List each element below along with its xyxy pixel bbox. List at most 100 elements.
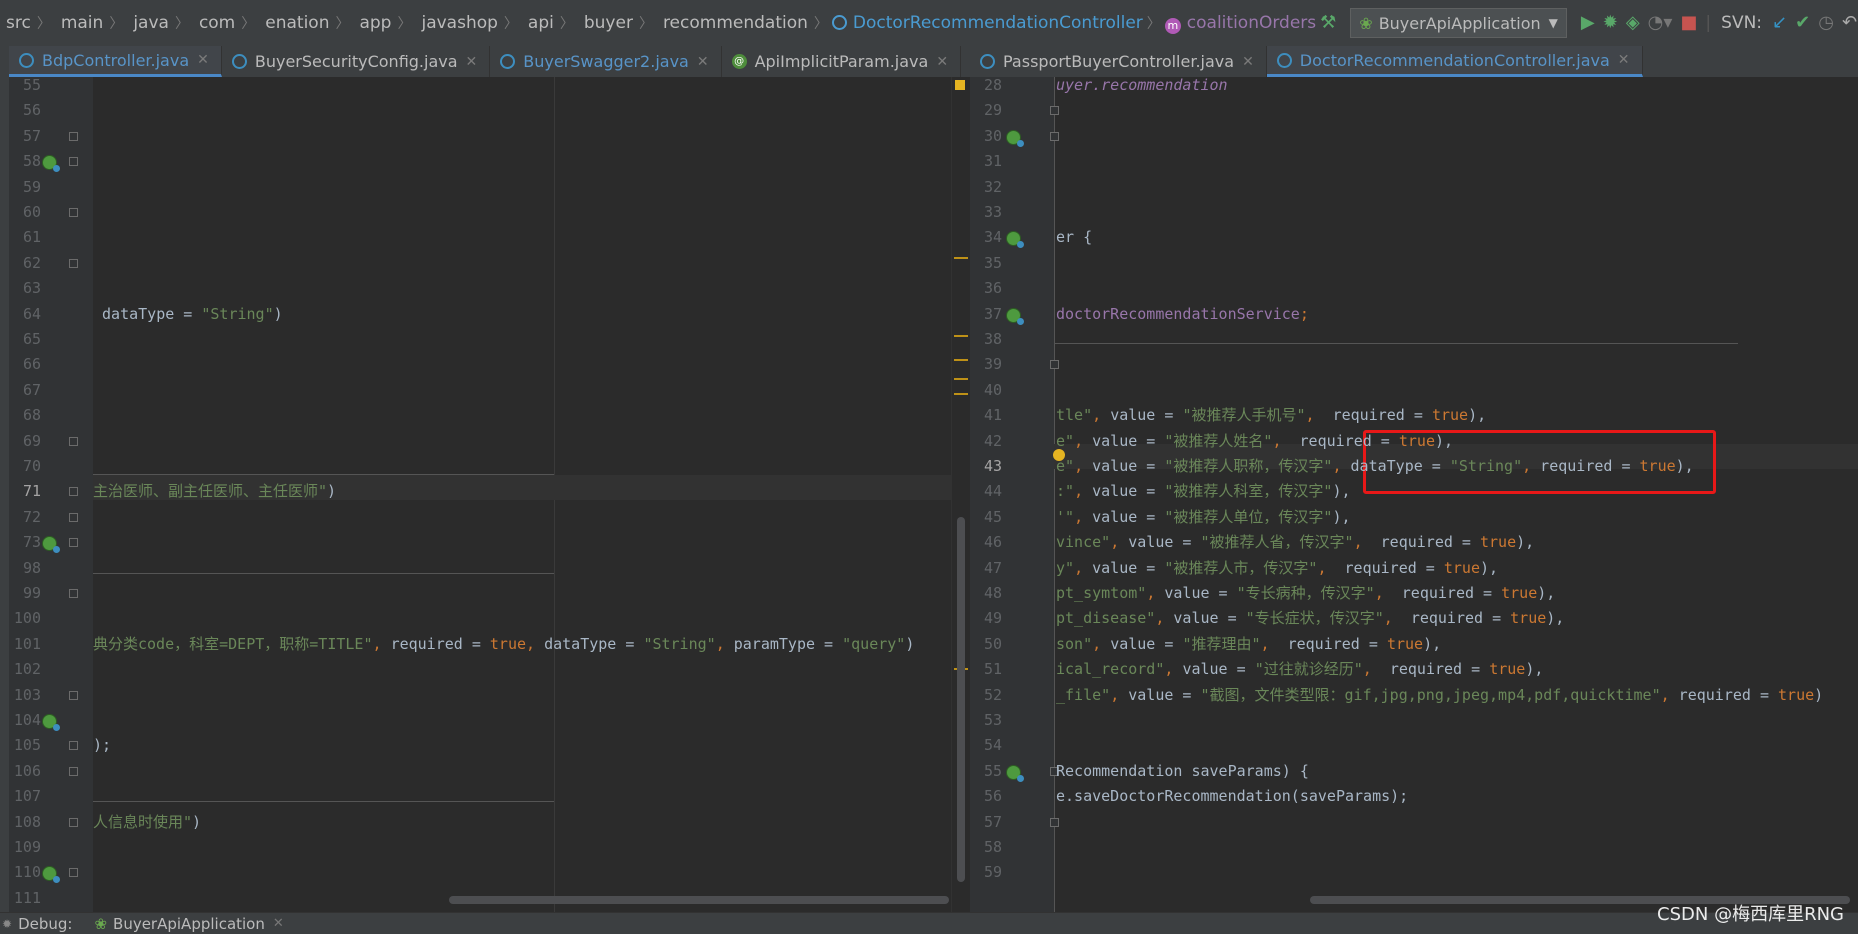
breadcrumb-item[interactable]: recommendation <box>657 13 810 33</box>
code-token: value = <box>1092 508 1165 526</box>
run-configuration-select[interactable]: ❀ BuyerApiApplication ▼ <box>1350 8 1567 38</box>
code-token: required = <box>1380 533 1480 551</box>
breadcrumb-item[interactable]: java <box>127 13 171 33</box>
tab-label: PassportBuyerController.java <box>1003 52 1235 71</box>
fold-toggle-icon[interactable] <box>69 259 78 268</box>
code-token: , <box>1110 686 1129 704</box>
fold-toggle-icon[interactable] <box>69 818 78 827</box>
right-code-editor[interactable]: 28 uyer.recommendation 29 30 31 32 33 34 er {35 3… <box>970 77 1858 912</box>
horizontal-scrollbar[interactable] <box>449 896 949 904</box>
change-marker <box>954 359 968 361</box>
fold-toggle-icon[interactable] <box>1050 132 1059 141</box>
code-line: vince", value = "被推荐人省，传汉字", required = … <box>1056 530 1534 555</box>
code-token: , <box>1074 457 1093 475</box>
fold-toggle-icon[interactable] <box>69 767 78 776</box>
close-icon[interactable]: ✕ <box>936 54 948 70</box>
code-token: true <box>1443 559 1480 577</box>
debug-session-tab[interactable]: ❀ BuyerApiApplication ✕ <box>94 915 283 933</box>
code-token: ), <box>1435 432 1454 450</box>
code-token: , <box>1074 559 1093 577</box>
fold-toggle-icon[interactable] <box>1050 818 1059 827</box>
line-number: 70 <box>22 457 41 475</box>
svn-commit-icon[interactable]: ✔ <box>1795 10 1810 36</box>
code-token: "被推荐人职称，传汉字" <box>1164 457 1333 475</box>
spring-bean-icon[interactable] <box>42 155 60 172</box>
breadcrumb-separator: 〉 <box>813 16 828 32</box>
spring-bean-icon[interactable] <box>1006 130 1024 147</box>
class-icon <box>19 52 34 68</box>
close-icon[interactable]: ✕ <box>697 54 709 70</box>
breadcrumb-class[interactable]: DoctorRecommendationController <box>831 13 1143 33</box>
spring-bean-icon[interactable] <box>42 714 60 731</box>
fold-toggle-icon[interactable] <box>69 437 78 446</box>
fold-toggle-icon[interactable] <box>69 157 78 166</box>
code-token: value = <box>1128 686 1201 704</box>
spring-bean-icon[interactable] <box>42 866 60 883</box>
profile-icon[interactable]: ◔▾ <box>1648 10 1673 36</box>
breadcrumb-item[interactable]: src <box>0 13 33 33</box>
fold-toggle-icon[interactable] <box>69 487 78 496</box>
method-separator <box>93 474 554 475</box>
fold-toggle-icon[interactable] <box>69 691 78 700</box>
svn-label: SVN: <box>1721 13 1763 33</box>
spring-bean-icon[interactable] <box>1006 308 1024 325</box>
stop-icon[interactable]: ■ <box>1680 10 1697 36</box>
code-line: pt_disease", value = "专长症状，传汉字", require… <box>1056 606 1564 631</box>
breadcrumb-item[interactable]: buyer <box>578 13 635 33</box>
right-editor-tabs: PassportBuyerController.java ✕ DoctorRecom… <box>970 46 1858 78</box>
breadcrumb-item[interactable]: api <box>522 13 556 33</box>
line-number: 61 <box>22 228 41 246</box>
fold-toggle-icon[interactable] <box>1050 106 1059 115</box>
svn-update-icon[interactable]: ↙ <box>1772 10 1787 36</box>
breadcrumb-separator: 〉 <box>397 16 412 32</box>
close-icon[interactable]: ✕ <box>273 916 284 931</box>
revert-icon[interactable]: ↶ <box>1842 10 1857 36</box>
fold-toggle-icon[interactable] <box>69 868 78 877</box>
breadcrumb-item[interactable]: javashop <box>415 13 499 33</box>
history-icon[interactable]: ◷ <box>1818 10 1834 36</box>
fold-toggle-icon[interactable] <box>69 208 78 217</box>
fold-toggle-icon[interactable] <box>69 538 78 547</box>
tool-window-strip[interactable] <box>0 46 9 912</box>
breadcrumb-item[interactable]: app <box>353 13 393 33</box>
debug-icon[interactable]: ✹ <box>1603 10 1618 36</box>
left-error-stripe[interactable] <box>951 77 971 912</box>
fold-toggle-icon[interactable] <box>69 741 78 750</box>
spring-bean-icon[interactable] <box>1006 231 1024 248</box>
spring-bean-icon[interactable] <box>42 536 60 553</box>
code-token: true <box>1386 635 1424 653</box>
run-icon[interactable]: ▶ <box>1581 10 1595 36</box>
line-number: 54 <box>983 736 1002 754</box>
fold-toggle-icon[interactable] <box>69 513 78 522</box>
coverage-icon[interactable]: ◈ <box>1626 10 1640 36</box>
breadcrumb-method[interactable]: m coalitionOrders <box>1164 13 1316 34</box>
line-number: 110 <box>13 863 41 881</box>
annotation-icon: @ <box>731 54 747 69</box>
code-token: value = <box>1128 533 1201 551</box>
code-token: "截图，文件类型限：gif,jpg,png,jpeg,mp4,pdf,quick… <box>1200 686 1661 704</box>
breadcrumb-item[interactable]: main <box>55 13 105 33</box>
close-icon[interactable]: ✕ <box>1618 52 1630 68</box>
code-line: e", value = "被推荐人姓名", required = true), <box>1056 429 1453 454</box>
editor-tab[interactable]: PassportBuyerController.java ✕ <box>970 46 1267 77</box>
breadcrumb-item[interactable]: enation <box>259 13 331 33</box>
editor-tab[interactable]: BuyerSwagger2.java ✕ <box>490 46 722 77</box>
spring-bean-icon[interactable] <box>1006 765 1024 782</box>
close-icon[interactable]: ✕ <box>197 52 209 68</box>
vertical-scrollbar[interactable] <box>957 517 965 882</box>
fold-toggle-icon[interactable] <box>69 589 78 598</box>
close-icon[interactable]: ✕ <box>1242 54 1254 70</box>
editor-tab[interactable]: @ ApiImplicitParam.java ✕ <box>722 46 962 77</box>
left-code-editor[interactable]: 55 56 57 58 59 60 61 62 63 64 dataType = "String"… <box>9 77 960 912</box>
code-token: value = <box>1092 457 1165 475</box>
close-icon[interactable]: ✕ <box>466 54 478 70</box>
editor-tab[interactable]: DoctorRecommendationController.java ✕ <box>1266 46 1643 77</box>
editor-tab[interactable]: BuyerSecurityConfig.java ✕ <box>222 46 491 77</box>
line-number: 99 <box>22 584 41 602</box>
build-hammer-icon[interactable]: ⚒ <box>1320 10 1336 36</box>
editor-tab[interactable]: BdpController.java ✕ <box>9 46 222 77</box>
fold-toggle-icon[interactable] <box>69 132 78 141</box>
fold-toggle-icon[interactable] <box>1050 360 1059 369</box>
code-token: ); <box>93 736 112 754</box>
breadcrumb-item[interactable]: com <box>193 13 237 33</box>
